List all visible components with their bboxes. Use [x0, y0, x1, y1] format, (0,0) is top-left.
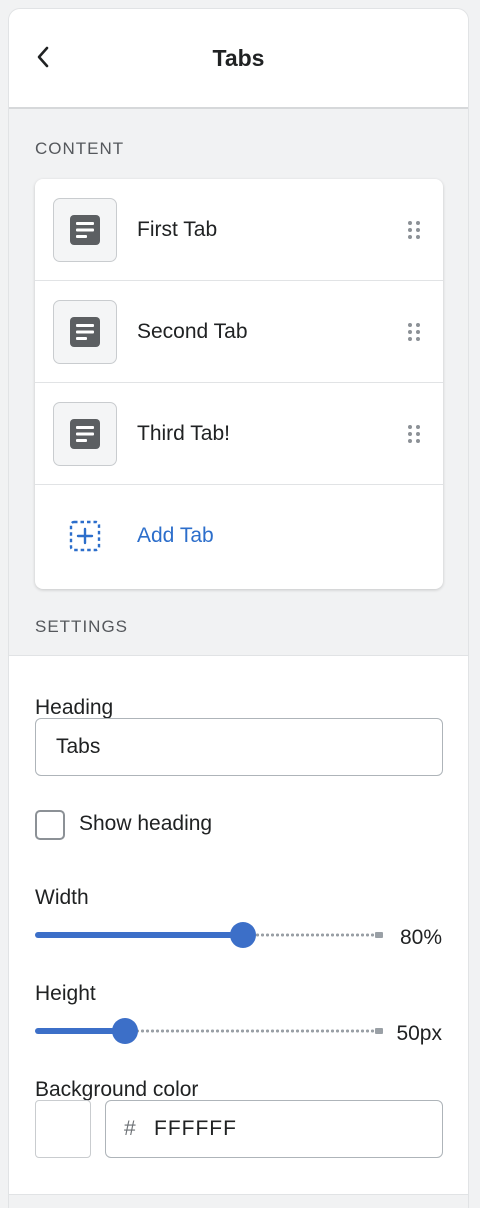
text-block-icon — [70, 316, 100, 347]
hex-prefix: # — [124, 1117, 136, 1140]
hex-color-input[interactable]: # FFFFFF — [105, 1100, 443, 1158]
width-value: 80% — [399, 926, 442, 949]
slider-track-end — [375, 1028, 383, 1034]
settings-panel: Heading Tabs Show heading Width 80% Heig… — [9, 655, 468, 1195]
block-item-third-tab[interactable]: Third Tab! — [35, 383, 443, 485]
height-label: Height — [35, 982, 96, 1005]
heading-label: Heading — [35, 696, 114, 719]
slider-fill — [35, 932, 243, 938]
width-slider[interactable] — [35, 920, 383, 950]
content-section-label: CONTENT — [35, 139, 125, 158]
sidebar-panel: Tabs CONTENT First Tab Second Tab Third … — [8, 8, 469, 1208]
drag-handle-icon[interactable] — [407, 219, 421, 241]
block-item-second-tab[interactable]: Second Tab — [35, 281, 443, 383]
blocks-list: First Tab Second Tab Third Tab! Add Tab — [35, 179, 443, 589]
height-slider[interactable] — [35, 1016, 383, 1046]
add-tab-button[interactable]: Add Tab — [35, 485, 443, 587]
heading-input-value: Tabs — [56, 735, 101, 758]
text-block-icon — [70, 214, 100, 245]
back-button[interactable] — [31, 45, 55, 69]
block-label: First Tab — [137, 217, 218, 241]
show-heading-checkbox[interactable] — [35, 810, 65, 840]
slider-thumb[interactable] — [111, 1018, 138, 1044]
chevron-left-icon — [37, 46, 49, 68]
heading-input[interactable]: Tabs — [35, 718, 443, 776]
block-label: Second Tab — [137, 319, 248, 343]
page-title: Tabs — [212, 44, 265, 71]
block-item-first-tab[interactable]: First Tab — [35, 179, 443, 281]
slider-track-end — [375, 932, 383, 938]
drag-handle-icon[interactable] — [407, 321, 421, 343]
text-block-icon — [70, 418, 100, 449]
height-value: 50px — [396, 1022, 442, 1045]
settings-section-label: SETTINGS — [35, 617, 129, 636]
show-heading-label[interactable]: Show heading — [79, 812, 212, 836]
drag-handle-icon[interactable] — [407, 423, 421, 445]
block-thumbnail — [53, 401, 117, 466]
add-tab-label: Add Tab — [137, 524, 214, 547]
color-swatch[interactable] — [35, 1100, 91, 1158]
add-block-icon — [69, 520, 101, 552]
panel-header: Tabs — [9, 9, 468, 109]
background-color-label: Background color — [35, 1078, 199, 1101]
block-label: Third Tab! — [137, 421, 230, 445]
block-thumbnail — [53, 197, 117, 262]
slider-thumb[interactable] — [229, 922, 256, 948]
block-thumbnail — [53, 299, 117, 364]
hex-value: FFFFFF — [154, 1117, 237, 1140]
width-label: Width — [35, 886, 89, 909]
